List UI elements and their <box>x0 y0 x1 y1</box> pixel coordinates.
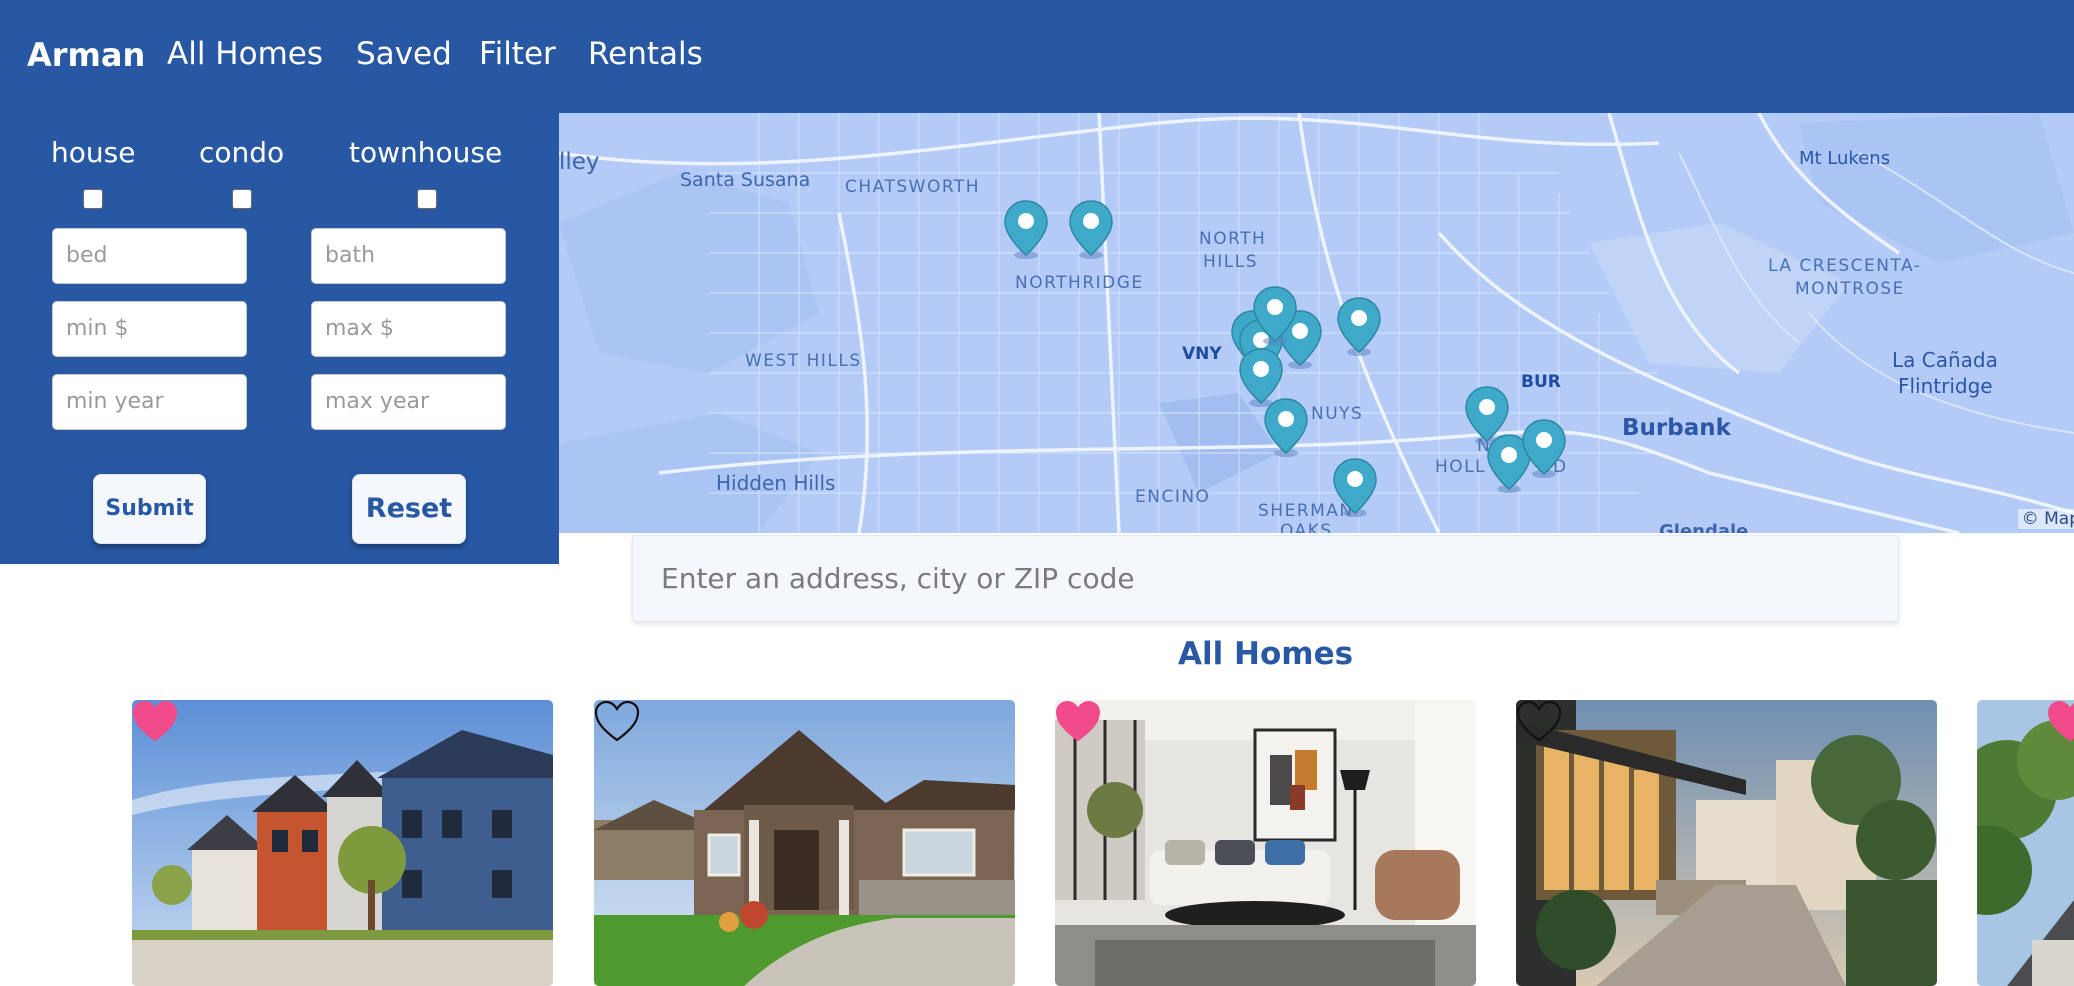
heart-icon[interactable] <box>1055 700 1101 742</box>
map-label-north-hills-2: HILLS <box>1203 252 1259 272</box>
top-nav-bar: Arman All Homes Saved Filter Rentals <box>0 0 2074 113</box>
bed-input[interactable]: bed <box>52 228 247 284</box>
map-label-la-canada-1: La Cañada <box>1892 348 1998 372</box>
map-pin-icon[interactable] <box>1003 199 1049 261</box>
min-price-input[interactable]: min $ <box>52 301 247 357</box>
heart-icon[interactable] <box>132 700 178 742</box>
heart-icon[interactable] <box>594 700 640 742</box>
bath-input[interactable]: bath <box>311 228 506 284</box>
map-label-north-hills-1: NORTH <box>1199 229 1267 249</box>
map-pin-icon[interactable] <box>1336 296 1382 358</box>
max-price-input[interactable]: max $ <box>311 301 506 357</box>
map-label-vny: VNY <box>1182 344 1222 364</box>
filter-panel: house condo townhouse bed bath min $ max… <box>0 113 559 564</box>
craftsman-house-photo <box>594 700 1015 986</box>
min-year-input[interactable]: min year <box>52 374 247 430</box>
address-search-input[interactable]: Enter an address, city or ZIP code <box>632 535 1899 622</box>
listing-card[interactable] <box>1977 700 2074 986</box>
map-label-la-crescenta-1: LA CRESCENTA- <box>1768 256 1922 276</box>
map-label-la-canada-2: Flintridge <box>1898 374 1993 398</box>
submit-button[interactable]: Submit <box>93 474 206 544</box>
map-pin-icon[interactable] <box>1252 285 1298 347</box>
nav-link-filter[interactable]: Filter <box>479 36 556 72</box>
map-label-bur: BUR <box>1521 372 1561 392</box>
map-pin-icon[interactable] <box>1332 457 1378 519</box>
house-label: house <box>51 136 136 169</box>
heart-icon[interactable] <box>1516 700 1562 742</box>
map-label-northridge: NORTHRIDGE <box>1015 273 1144 293</box>
map-label-van-nuys: NUYS <box>1311 404 1364 424</box>
map-attribution[interactable]: © Map <box>2017 509 2074 529</box>
map-label-mt-lukens: Mt Lukens <box>1799 148 1891 169</box>
listing-card[interactable] <box>132 700 553 986</box>
heart-icon[interactable] <box>2047 700 2074 742</box>
map-label-chatsworth: CHATSWORTH <box>845 177 981 197</box>
house-with-trees-photo <box>1977 700 2074 986</box>
brand-link[interactable]: Arman <box>27 36 145 74</box>
condo-label: condo <box>199 136 285 169</box>
townhouses-photo <box>132 700 553 986</box>
map-pin-icon[interactable] <box>1521 418 1567 480</box>
map-pin-icon[interactable] <box>1068 199 1114 261</box>
listing-card[interactable] <box>1055 700 1476 986</box>
map-label-sherman-oaks-2: OAKS <box>1280 521 1333 533</box>
map-label-hidden-hills: Hidden Hills <box>716 471 836 495</box>
map-label-santa-susana: Santa Susana <box>680 169 811 191</box>
map-label-la-crescenta-2: MONTROSE <box>1795 279 1905 299</box>
reset-button[interactable]: Reset <box>352 474 466 544</box>
condo-checkbox[interactable] <box>232 189 252 209</box>
listing-card[interactable] <box>1516 700 1937 986</box>
map-label-glendale: Glendale <box>1659 521 1749 533</box>
living-room-photo <box>1055 700 1476 986</box>
map-label-north-hollywood-2: HOLL <box>1435 457 1487 477</box>
nav-link-rentals[interactable]: Rentals <box>588 36 703 72</box>
nav-link-saved[interactable]: Saved <box>356 36 452 72</box>
house-checkbox[interactable] <box>83 189 103 209</box>
map-label-burbank: Burbank <box>1622 415 1731 441</box>
property-map[interactable]: lley Santa Susana CHATSWORTH NORTHRIDGE … <box>559 113 2074 533</box>
townhouse-label: townhouse <box>349 136 503 169</box>
max-year-input[interactable]: max year <box>311 374 506 430</box>
map-label-valley: lley <box>559 149 600 175</box>
map-label-west-hills: WEST HILLS <box>745 351 862 371</box>
townhouse-checkbox[interactable] <box>417 189 437 209</box>
map-pin-icon[interactable] <box>1263 397 1309 459</box>
courtyard-walkway-photo <box>1516 700 1937 986</box>
section-title: All Homes <box>1178 636 1354 672</box>
listing-card[interactable] <box>594 700 1015 986</box>
map-label-encino: ENCINO <box>1135 487 1211 507</box>
nav-link-all-homes[interactable]: All Homes <box>167 36 323 72</box>
